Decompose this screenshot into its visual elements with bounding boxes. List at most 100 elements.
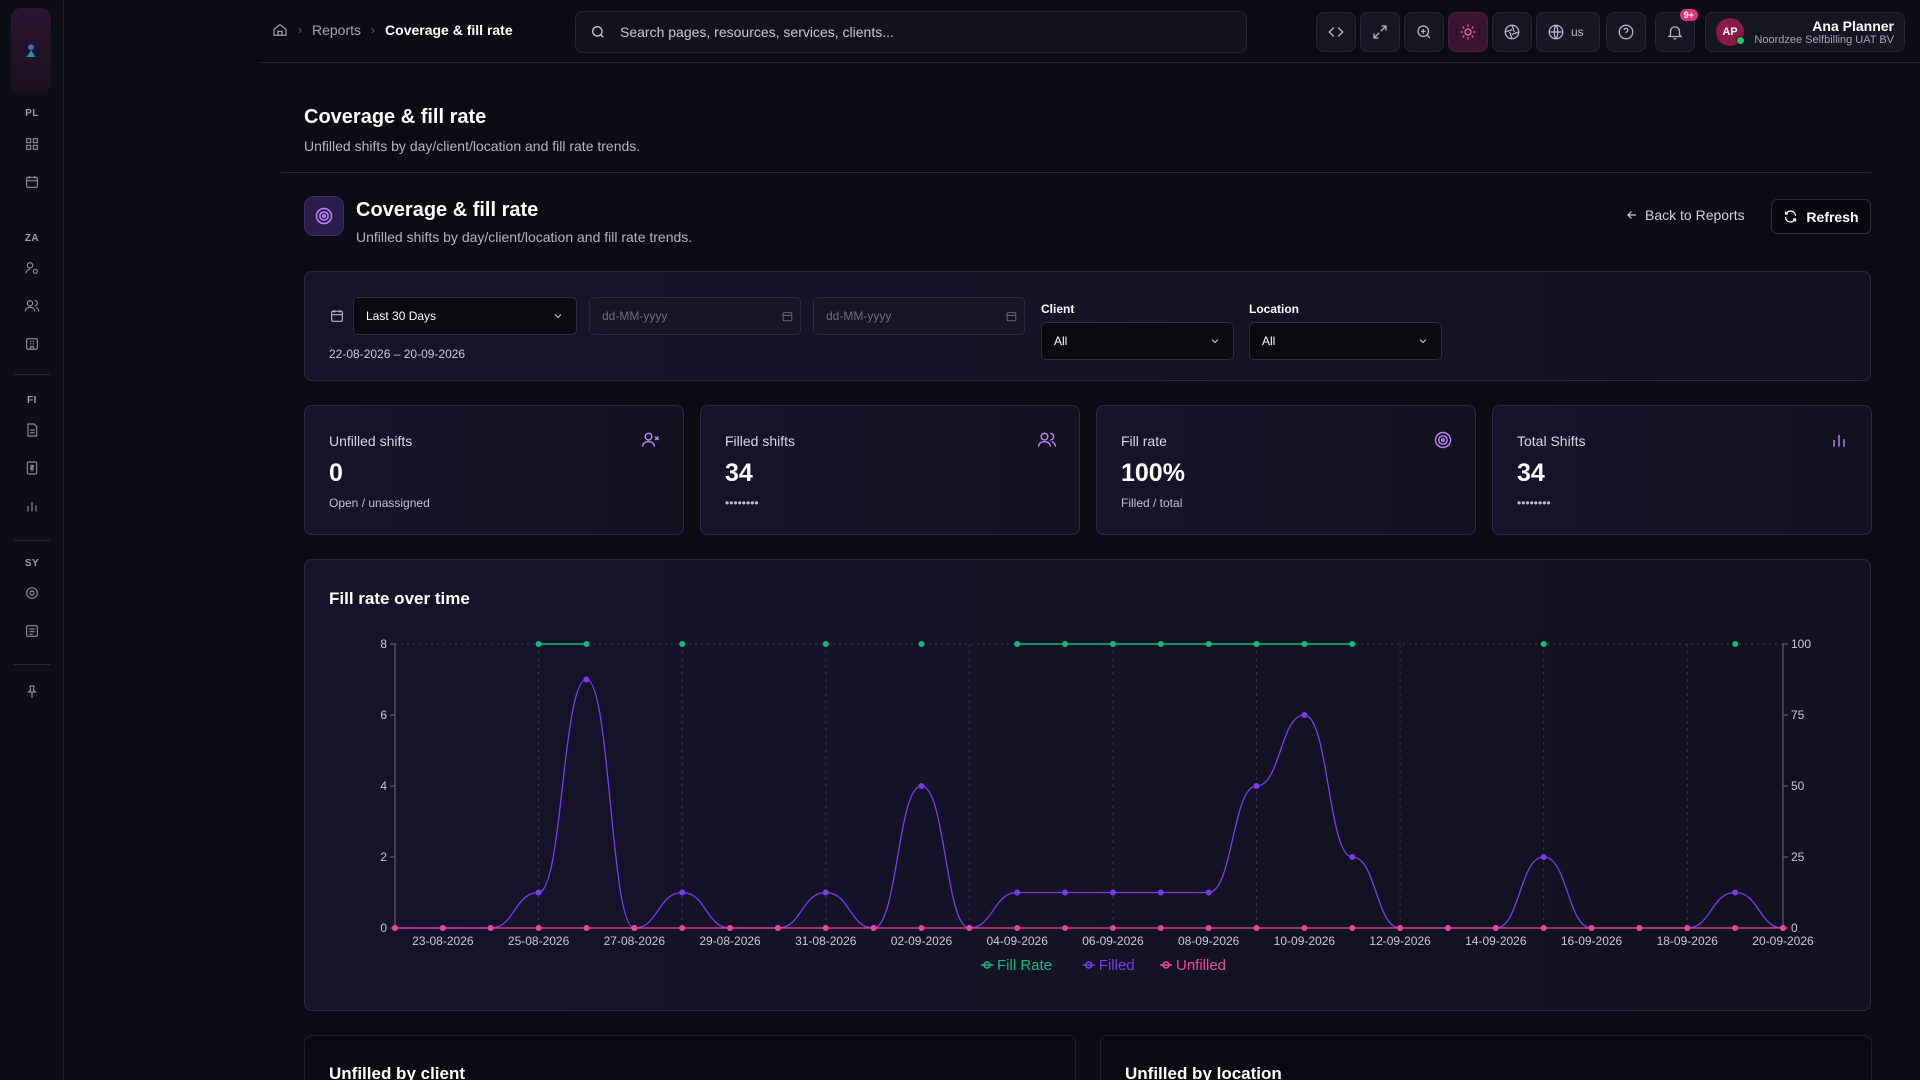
search-box[interactable] bbox=[575, 11, 1247, 53]
notifications-button[interactable]: 9+ bbox=[1655, 9, 1698, 52]
data-point-fill-rate bbox=[535, 641, 542, 647]
data-point-fill-rate bbox=[1732, 641, 1739, 647]
breadcrumb: › Reports › Coverage & fill rate bbox=[272, 22, 513, 38]
sidebar-section-label: FI bbox=[27, 395, 37, 406]
period-select[interactable]: Last 30 Days bbox=[353, 297, 577, 335]
building-icon[interactable] bbox=[22, 334, 42, 354]
refresh-button[interactable]: Refresh bbox=[1771, 199, 1871, 234]
data-point-unfilled bbox=[1205, 925, 1212, 931]
data-point-unfilled bbox=[727, 925, 734, 931]
bell-icon bbox=[1667, 26, 1683, 40]
data-point-filled bbox=[1109, 889, 1116, 896]
location-select[interactable]: All bbox=[1249, 322, 1442, 360]
stat-label: Filled shifts bbox=[725, 433, 796, 449]
y-right-tick-label: 75 bbox=[1791, 708, 1805, 722]
data-point-unfilled bbox=[439, 925, 446, 931]
date-to-placeholder: dd-MM-yyyy bbox=[826, 309, 892, 323]
calendar-icon bbox=[329, 308, 345, 329]
x-tick-label: 18-09-2026 bbox=[1657, 934, 1719, 948]
client-select[interactable]: All bbox=[1041, 322, 1234, 360]
refresh-label: Refresh bbox=[1806, 208, 1859, 225]
fill-rate-chart-card: Fill rate over time 0 2 4 6 8 0 25 50 75 100 23-08… bbox=[304, 559, 1871, 1011]
x-tick-label: 31-08-2026 bbox=[795, 934, 857, 948]
topbar: › Reports › Coverage & fill rate us 9+ A… bbox=[258, 0, 1920, 63]
y-tick-label: 4 bbox=[380, 779, 387, 793]
stat-label: Unfilled shifts bbox=[329, 433, 413, 449]
user-cog-icon[interactable] bbox=[22, 258, 42, 278]
zoom-button[interactable] bbox=[1404, 12, 1444, 52]
document-icon[interactable] bbox=[22, 420, 42, 440]
data-point-unfilled bbox=[966, 925, 973, 931]
x-tick-label: 06-09-2026 bbox=[1082, 934, 1144, 948]
x-tick-label: 12-09-2026 bbox=[1369, 934, 1431, 948]
data-point-fill-rate bbox=[1540, 641, 1547, 647]
x-tick-label: 08-09-2026 bbox=[1178, 934, 1240, 948]
language-button[interactable]: us bbox=[1536, 12, 1600, 52]
bar-chart-icon bbox=[1829, 430, 1849, 455]
x-tick-label: 23-08-2026 bbox=[412, 934, 474, 948]
back-to-reports-link[interactable]: Back to Reports bbox=[1625, 207, 1745, 223]
data-point-unfilled bbox=[1062, 925, 1069, 931]
page-divider bbox=[281, 172, 1871, 173]
avatar: AP bbox=[1716, 18, 1745, 46]
user-menu[interactable]: AP Ana Planner Noordzee Selfbilling UAT … bbox=[1705, 12, 1905, 52]
sidebar-section-label: ZA bbox=[24, 233, 40, 244]
data-point-unfilled bbox=[679, 925, 686, 931]
logo-icon bbox=[26, 44, 36, 57]
theme-toggle-button[interactable] bbox=[1448, 12, 1488, 52]
settings-icon[interactable] bbox=[22, 583, 42, 603]
report-icon[interactable] bbox=[22, 621, 42, 641]
breadcrumb-separator: › bbox=[298, 23, 302, 37]
collapse-button[interactable] bbox=[1316, 12, 1356, 52]
unfilled-by-location-title: Unfilled by location bbox=[1125, 1064, 1282, 1080]
unfilled-by-client-card: Unfilled by client bbox=[304, 1035, 1076, 1080]
invoice-icon[interactable] bbox=[22, 458, 42, 478]
data-point-filled bbox=[1301, 712, 1308, 718]
data-point-filled bbox=[1349, 854, 1356, 860]
bar-chart-icon[interactable] bbox=[22, 496, 42, 516]
search-input[interactable] bbox=[620, 24, 1200, 40]
date-from-input[interactable]: dd-MM-yyyy bbox=[589, 297, 801, 335]
home-icon[interactable] bbox=[272, 22, 288, 38]
period-value: Last 30 Days bbox=[366, 309, 437, 323]
back-label: Back to Reports bbox=[1645, 207, 1745, 223]
data-point-filled bbox=[583, 676, 590, 683]
sidebar-divider bbox=[14, 374, 50, 375]
appearance-button[interactable] bbox=[1492, 12, 1532, 52]
data-point-filled bbox=[1540, 854, 1547, 860]
pin-icon[interactable] bbox=[22, 682, 42, 702]
stat-value: 100% bbox=[1121, 459, 1185, 487]
sidebar: PL ZA FI SY bbox=[0, 0, 64, 1080]
help-button[interactable] bbox=[1606, 12, 1646, 52]
target-icon bbox=[315, 207, 333, 225]
data-point-unfilled bbox=[1397, 925, 1404, 931]
x-tick-label: 29-08-2026 bbox=[699, 934, 761, 948]
data-point-unfilled bbox=[774, 925, 781, 931]
location-label: Location bbox=[1249, 302, 1299, 316]
data-point-fill-rate bbox=[1349, 641, 1356, 647]
calendar-icon[interactable] bbox=[22, 172, 42, 192]
x-tick-label: 25-08-2026 bbox=[508, 934, 570, 948]
breadcrumb-current: Coverage & fill rate bbox=[385, 22, 513, 38]
data-point-fill-rate bbox=[822, 641, 829, 647]
breadcrumb-reports[interactable]: Reports bbox=[312, 22, 361, 38]
data-point-unfilled bbox=[1780, 925, 1786, 931]
filters-panel: Last 30 Days dd-MM-yyyy dd-MM-yyyy 22-08… bbox=[304, 271, 1871, 381]
dashboard-icon[interactable] bbox=[22, 134, 42, 154]
client-label: Client bbox=[1041, 302, 1075, 316]
stat-card-total: Total Shifts 34 •••••••• bbox=[1492, 405, 1872, 535]
users-icon[interactable] bbox=[22, 296, 42, 316]
data-point-unfilled bbox=[1732, 925, 1739, 931]
stat-label: Total Shifts bbox=[1517, 433, 1586, 449]
x-tick-label: 20-09-2026 bbox=[1752, 934, 1814, 948]
calendar-icon bbox=[782, 312, 793, 322]
y-right-tick-label: 50 bbox=[1791, 779, 1805, 793]
date-to-input[interactable]: dd-MM-yyyy bbox=[813, 297, 1025, 335]
data-point-filled bbox=[1732, 889, 1739, 896]
fullscreen-button[interactable] bbox=[1360, 12, 1400, 52]
x-tick-label: 04-09-2026 bbox=[987, 934, 1049, 948]
sidebar-section-label: SY bbox=[24, 558, 40, 569]
app-logo[interactable] bbox=[11, 8, 51, 94]
data-point-fill-rate bbox=[1109, 641, 1116, 647]
data-point-filled bbox=[822, 889, 829, 896]
